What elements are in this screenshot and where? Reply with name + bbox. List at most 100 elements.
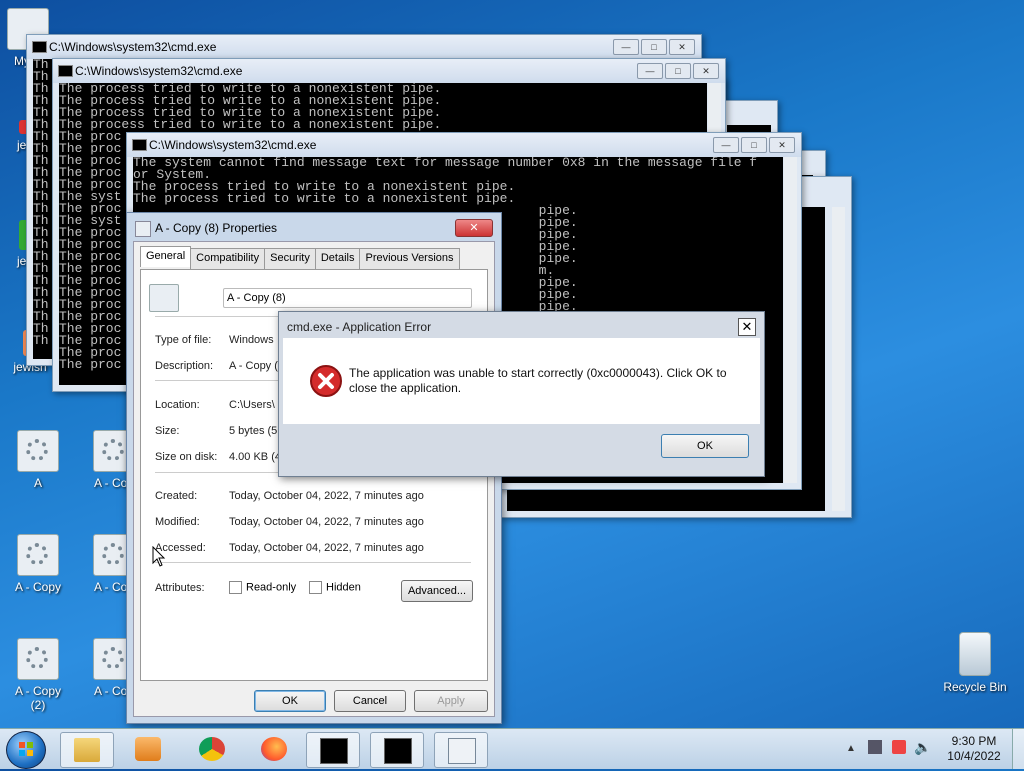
cmd-icon — [132, 139, 147, 151]
location-value: C:\Users\ — [229, 399, 275, 411]
vertical-scrollbar[interactable] — [784, 157, 797, 483]
desktop-icon-a-copy[interactable]: A - Copy — [6, 534, 70, 594]
tab-general[interactable]: General — [140, 246, 192, 267]
window-icon — [448, 738, 476, 764]
attributes-label: Attributes: — [155, 582, 205, 594]
taskbar: ▲ 🔈 9:30 PM 10/4/2022 — [0, 728, 1024, 769]
taskbar-chrome[interactable] — [186, 732, 238, 766]
close-button[interactable]: ✕ — [455, 219, 493, 237]
cmd-icon — [58, 65, 73, 77]
window-title: C:\Windows\system32\cmd.exe — [75, 64, 243, 78]
title-bar[interactable]: C:\Windows\system32\cmd.exe — □ ✕ — [53, 59, 725, 83]
readonly-label: Read-only — [246, 581, 297, 594]
desktop-icon-label: A - Copy (2) — [14, 684, 62, 712]
size-label: Size: — [155, 425, 180, 437]
hidden-label: Hidden — [326, 581, 361, 594]
desktop-icon-label: A — [33, 476, 42, 490]
volume-icon[interactable]: 🔈 — [914, 739, 931, 756]
window-title: C:\Windows\system32\cmd.exe — [49, 40, 217, 54]
created-value: Today, October 04, 2022, 7 minutes ago — [229, 490, 424, 502]
tab-strip: General Compatibility Security Details P… — [140, 246, 460, 269]
checkbox-box[interactable] — [229, 581, 242, 594]
error-icon — [310, 365, 342, 397]
tab-details[interactable]: Details — [314, 248, 361, 269]
settings-file-icon — [17, 638, 59, 680]
close-button[interactable]: ✕ — [769, 137, 795, 153]
description-label: Description: — [155, 360, 214, 372]
accessed-value: Today, October 04, 2022, 7 minutes ago — [229, 542, 424, 554]
cancel-button[interactable]: Cancel — [334, 690, 406, 712]
description-value: A - Copy ( — [229, 360, 278, 372]
maximize-button[interactable]: □ — [641, 39, 667, 55]
ok-button[interactable]: OK — [254, 690, 326, 712]
taskbar-firefox[interactable] — [248, 732, 300, 766]
modified-value: Today, October 04, 2022, 7 minutes ago — [229, 516, 424, 528]
vertical-scrollbar[interactable] — [832, 207, 845, 511]
desktop-icon-recycle-bin[interactable]: Recycle Bin — [942, 632, 1008, 694]
maximize-button[interactable]: □ — [741, 137, 767, 153]
close-button[interactable]: ✕ — [693, 63, 719, 79]
minimize-button[interactable]: — — [613, 39, 639, 55]
desktop-icon-a[interactable]: A — [6, 430, 70, 490]
network-icon[interactable] — [868, 740, 882, 754]
taskbar-cmd-1[interactable] — [306, 732, 360, 768]
file-icon — [135, 221, 151, 237]
title-bar[interactable]: A - Copy (8) Properties ✕ — [127, 213, 501, 241]
apply-button[interactable]: Apply — [414, 690, 488, 712]
cmd-icon — [320, 738, 348, 764]
settings-file-icon — [17, 534, 59, 576]
clock-time: 9:30 PM — [951, 734, 997, 748]
recycle-bin-icon — [959, 632, 991, 676]
taskbar-explorer[interactable] — [60, 732, 114, 768]
title-bar[interactable]: C:\Windows\system32\cmd.exe — □ ✕ — [27, 35, 701, 59]
location-label: Location: — [155, 399, 200, 411]
hidden-checkbox[interactable]: Hidden — [309, 581, 361, 594]
start-button[interactable] — [6, 731, 46, 769]
readonly-checkbox[interactable]: Read-only — [229, 581, 296, 594]
desktop-icon-label: Recycle Bin — [943, 680, 1007, 694]
show-hidden-icons-icon[interactable]: ▲ — [846, 743, 856, 754]
settings-file-icon — [149, 284, 179, 312]
show-desktop-button[interactable] — [1012, 729, 1024, 769]
taskbar-media-player[interactable] — [122, 732, 174, 766]
media-player-icon — [135, 737, 161, 761]
error-message: The application was unable to start corr… — [349, 366, 727, 395]
minimize-button[interactable]: — — [637, 63, 663, 79]
close-button[interactable]: ✕ — [669, 39, 695, 55]
action-center-icon[interactable] — [892, 740, 906, 754]
checkbox-box[interactable] — [309, 581, 322, 594]
maximize-button[interactable]: □ — [665, 63, 691, 79]
chrome-icon — [199, 737, 225, 761]
desktop-icon-a-copy-2[interactable]: A - Copy (2) — [6, 638, 70, 712]
size-value: 5 bytes (5 — [229, 425, 278, 437]
taskbar-cmd-2[interactable] — [370, 732, 424, 768]
clock[interactable]: 9:30 PM 10/4/2022 — [942, 734, 1006, 764]
size-on-disk-label: Size on disk: — [155, 451, 218, 463]
clock-date: 10/4/2022 — [947, 749, 1001, 763]
folder-icon — [74, 738, 100, 762]
ok-button[interactable]: OK — [661, 434, 749, 458]
window-title: C:\Windows\system32\cmd.exe — [149, 138, 317, 152]
type-label: Type of file: — [155, 334, 212, 346]
minimize-button[interactable]: — — [713, 137, 739, 153]
modified-label: Modified: — [155, 516, 200, 528]
error-body: The application was unable to start corr… — [283, 338, 760, 424]
mouse-cursor-icon — [152, 546, 166, 567]
windows-logo-icon — [19, 742, 33, 756]
size-on-disk-value: 4.00 KB (4 — [229, 451, 281, 463]
type-value: Windows — [229, 334, 274, 346]
taskbar-properties[interactable] — [434, 732, 488, 768]
application-error-dialog[interactable]: cmd.exe - Application Error ✕ The applic… — [278, 311, 765, 477]
cmd-icon — [32, 41, 47, 53]
firefox-icon — [261, 737, 287, 761]
desktop-icon-label: A - Copy — [14, 580, 62, 594]
tab-previous-versions[interactable]: Previous Versions — [359, 248, 460, 269]
tab-security[interactable]: Security — [264, 248, 316, 269]
tab-compatibility[interactable]: Compatibility — [190, 248, 266, 269]
filename-input[interactable]: A - Copy (8) — [223, 288, 472, 308]
title-bar[interactable]: C:\Windows\system32\cmd.exe — □ ✕ — [127, 133, 801, 157]
cmd-icon — [384, 738, 412, 764]
close-button[interactable]: ✕ — [738, 318, 756, 336]
advanced-button[interactable]: Advanced... — [401, 580, 473, 602]
dialog-title: A - Copy (8) Properties — [155, 221, 278, 235]
